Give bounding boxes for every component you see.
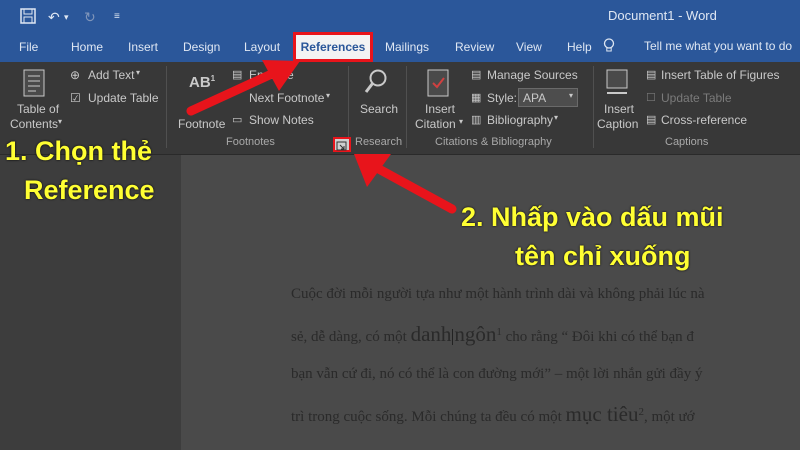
- table-of-contents-icon[interactable]: [22, 68, 48, 103]
- update-table-icon[interactable]: ☑: [70, 91, 81, 105]
- manage-sources-icon[interactable]: ▤: [471, 68, 481, 81]
- toc-label-1[interactable]: Table of: [17, 102, 59, 116]
- ribbon-tab-bar: File Home Insert Design Layout Mailings …: [0, 33, 800, 62]
- redo-icon[interactable]: ↻: [84, 8, 96, 26]
- title-bar: ↶ ▾ ↻ ≡ Document1 - Word: [0, 0, 800, 33]
- tab-layout[interactable]: Layout: [244, 40, 280, 54]
- add-text-button[interactable]: Add Text: [88, 68, 134, 82]
- tab-review[interactable]: Review: [455, 40, 494, 54]
- document-text: sẻ, dễ dàng, có một: [291, 329, 407, 345]
- tab-insert[interactable]: Insert: [128, 40, 158, 54]
- step1-annotation-line1: 1. Chọn thẻ: [5, 136, 152, 166]
- style-label: Style:: [487, 91, 518, 105]
- citations-group-label: Citations & Bibliography: [435, 136, 552, 148]
- insert-endnote-icon[interactable]: ▤: [232, 68, 242, 81]
- document-line-2: sẻ, dễ dàng, có một danh ngôn1 cho rằng “…: [291, 322, 694, 347]
- document-text: cho rằng “ Đôi khi có thể bạn đ: [505, 329, 694, 345]
- toc-dropdown-icon[interactable]: ▾: [58, 117, 62, 126]
- tab-help[interactable]: Help: [567, 40, 592, 54]
- style-select[interactable]: APA ▾: [518, 88, 578, 107]
- insert-citation-label-1[interactable]: Insert: [425, 102, 455, 116]
- insert-table-of-figures-button[interactable]: Insert Table of Figures: [661, 68, 780, 82]
- lightbulb-icon: [603, 38, 615, 56]
- document-text: , một ướ: [643, 409, 695, 425]
- dialog-launcher-icon: [336, 141, 347, 151]
- tab-references[interactable]: References: [293, 32, 373, 62]
- footnote-reference-1: 1: [496, 326, 502, 338]
- cross-reference-icon[interactable]: ▤: [646, 113, 656, 126]
- document-line-3: bạn vẫn cứ đi, nó có thể là con đường mớ…: [291, 366, 703, 382]
- insert-footnote-label[interactable]: Footnote: [178, 117, 225, 131]
- group-separator: [348, 66, 349, 148]
- bibliography-icon[interactable]: ▥: [471, 113, 481, 126]
- step1-annotation-line2: Reference: [24, 175, 155, 205]
- footnotes-group-label: Footnotes: [226, 136, 275, 148]
- show-notes-icon[interactable]: ▭: [232, 113, 242, 126]
- bibliography-button[interactable]: Bibliography: [487, 113, 553, 127]
- group-separator: [166, 66, 167, 148]
- captions-group-label: Captions: [665, 136, 709, 148]
- tell-me-search[interactable]: Tell me what you want to do: [644, 39, 792, 53]
- search-button[interactable]: Search: [360, 102, 398, 116]
- insert-citation-label-2[interactable]: Citation: [415, 117, 456, 131]
- undo-icon[interactable]: ↶: [48, 8, 60, 26]
- style-dropdown-icon: ▾: [568, 91, 573, 100]
- document-line-1: Cuộc đời mỗi người tựa như một hành trìn…: [291, 286, 705, 302]
- search-icon[interactable]: [363, 68, 389, 101]
- insert-table-of-figures-icon[interactable]: ▤: [646, 68, 656, 81]
- bibliography-dropdown-icon: ▾: [554, 113, 559, 122]
- next-footnote-dropdown-icon: ▾: [326, 91, 331, 100]
- style-icon: ▦: [471, 92, 482, 104]
- insert-endnote-button[interactable]: Endnote: [249, 68, 294, 82]
- document-line-4: trì trong cuộc sống. Mỗi chúng ta đều có…: [291, 402, 695, 427]
- insert-caption-label-2[interactable]: Caption: [597, 117, 638, 131]
- undo-dropdown-icon[interactable]: ▾: [64, 8, 69, 26]
- research-group-label: Research: [355, 136, 403, 148]
- group-separator: [593, 66, 594, 148]
- save-icon[interactable]: [20, 8, 36, 26]
- group-separator: [406, 66, 407, 148]
- show-notes-button[interactable]: Show Notes: [249, 113, 314, 127]
- insert-citation-dropdown-icon[interactable]: ▾: [459, 117, 463, 126]
- next-footnote-button[interactable]: Next Footnote: [249, 91, 324, 105]
- add-text-icon[interactable]: ⊕: [70, 68, 80, 82]
- document-text: danh: [410, 322, 452, 346]
- step2-annotation-line2: tên chỉ xuống: [515, 241, 691, 271]
- tab-mailings[interactable]: Mailings: [385, 40, 429, 54]
- footnotes-dialog-launcher[interactable]: [333, 137, 351, 152]
- insert-footnote-icon[interactable]: AB1: [189, 74, 215, 91]
- tab-file[interactable]: File: [19, 40, 38, 54]
- step2-annotation-line1: 2. Nhấp vào dấu mũi: [461, 202, 724, 232]
- tab-design[interactable]: Design: [183, 40, 220, 54]
- manage-sources-button[interactable]: Manage Sources: [487, 68, 578, 82]
- document-text: trì trong cuộc sống. Mỗi chúng ta đều có…: [291, 409, 562, 425]
- update-table-figures-button[interactable]: Update Table: [661, 91, 732, 105]
- update-table-figures-icon: ☐: [646, 92, 656, 104]
- insert-citation-icon[interactable]: [426, 68, 452, 103]
- document-title: Document1 - Word: [608, 8, 717, 23]
- tab-home[interactable]: Home: [71, 40, 103, 54]
- insert-caption-label-1[interactable]: Insert: [604, 102, 634, 116]
- document-text: mục tiêu: [565, 402, 639, 426]
- add-text-dropdown-icon: ▾: [136, 68, 141, 77]
- insert-caption-icon[interactable]: [605, 68, 631, 103]
- customize-toolbar-icon[interactable]: ≡: [114, 8, 120, 26]
- cross-reference-button[interactable]: Cross-reference: [661, 113, 747, 127]
- document-text: ngôn: [454, 322, 497, 346]
- toc-label-2[interactable]: Contents: [10, 117, 58, 131]
- tab-view[interactable]: View: [516, 40, 542, 54]
- update-table-button[interactable]: Update Table: [88, 91, 159, 105]
